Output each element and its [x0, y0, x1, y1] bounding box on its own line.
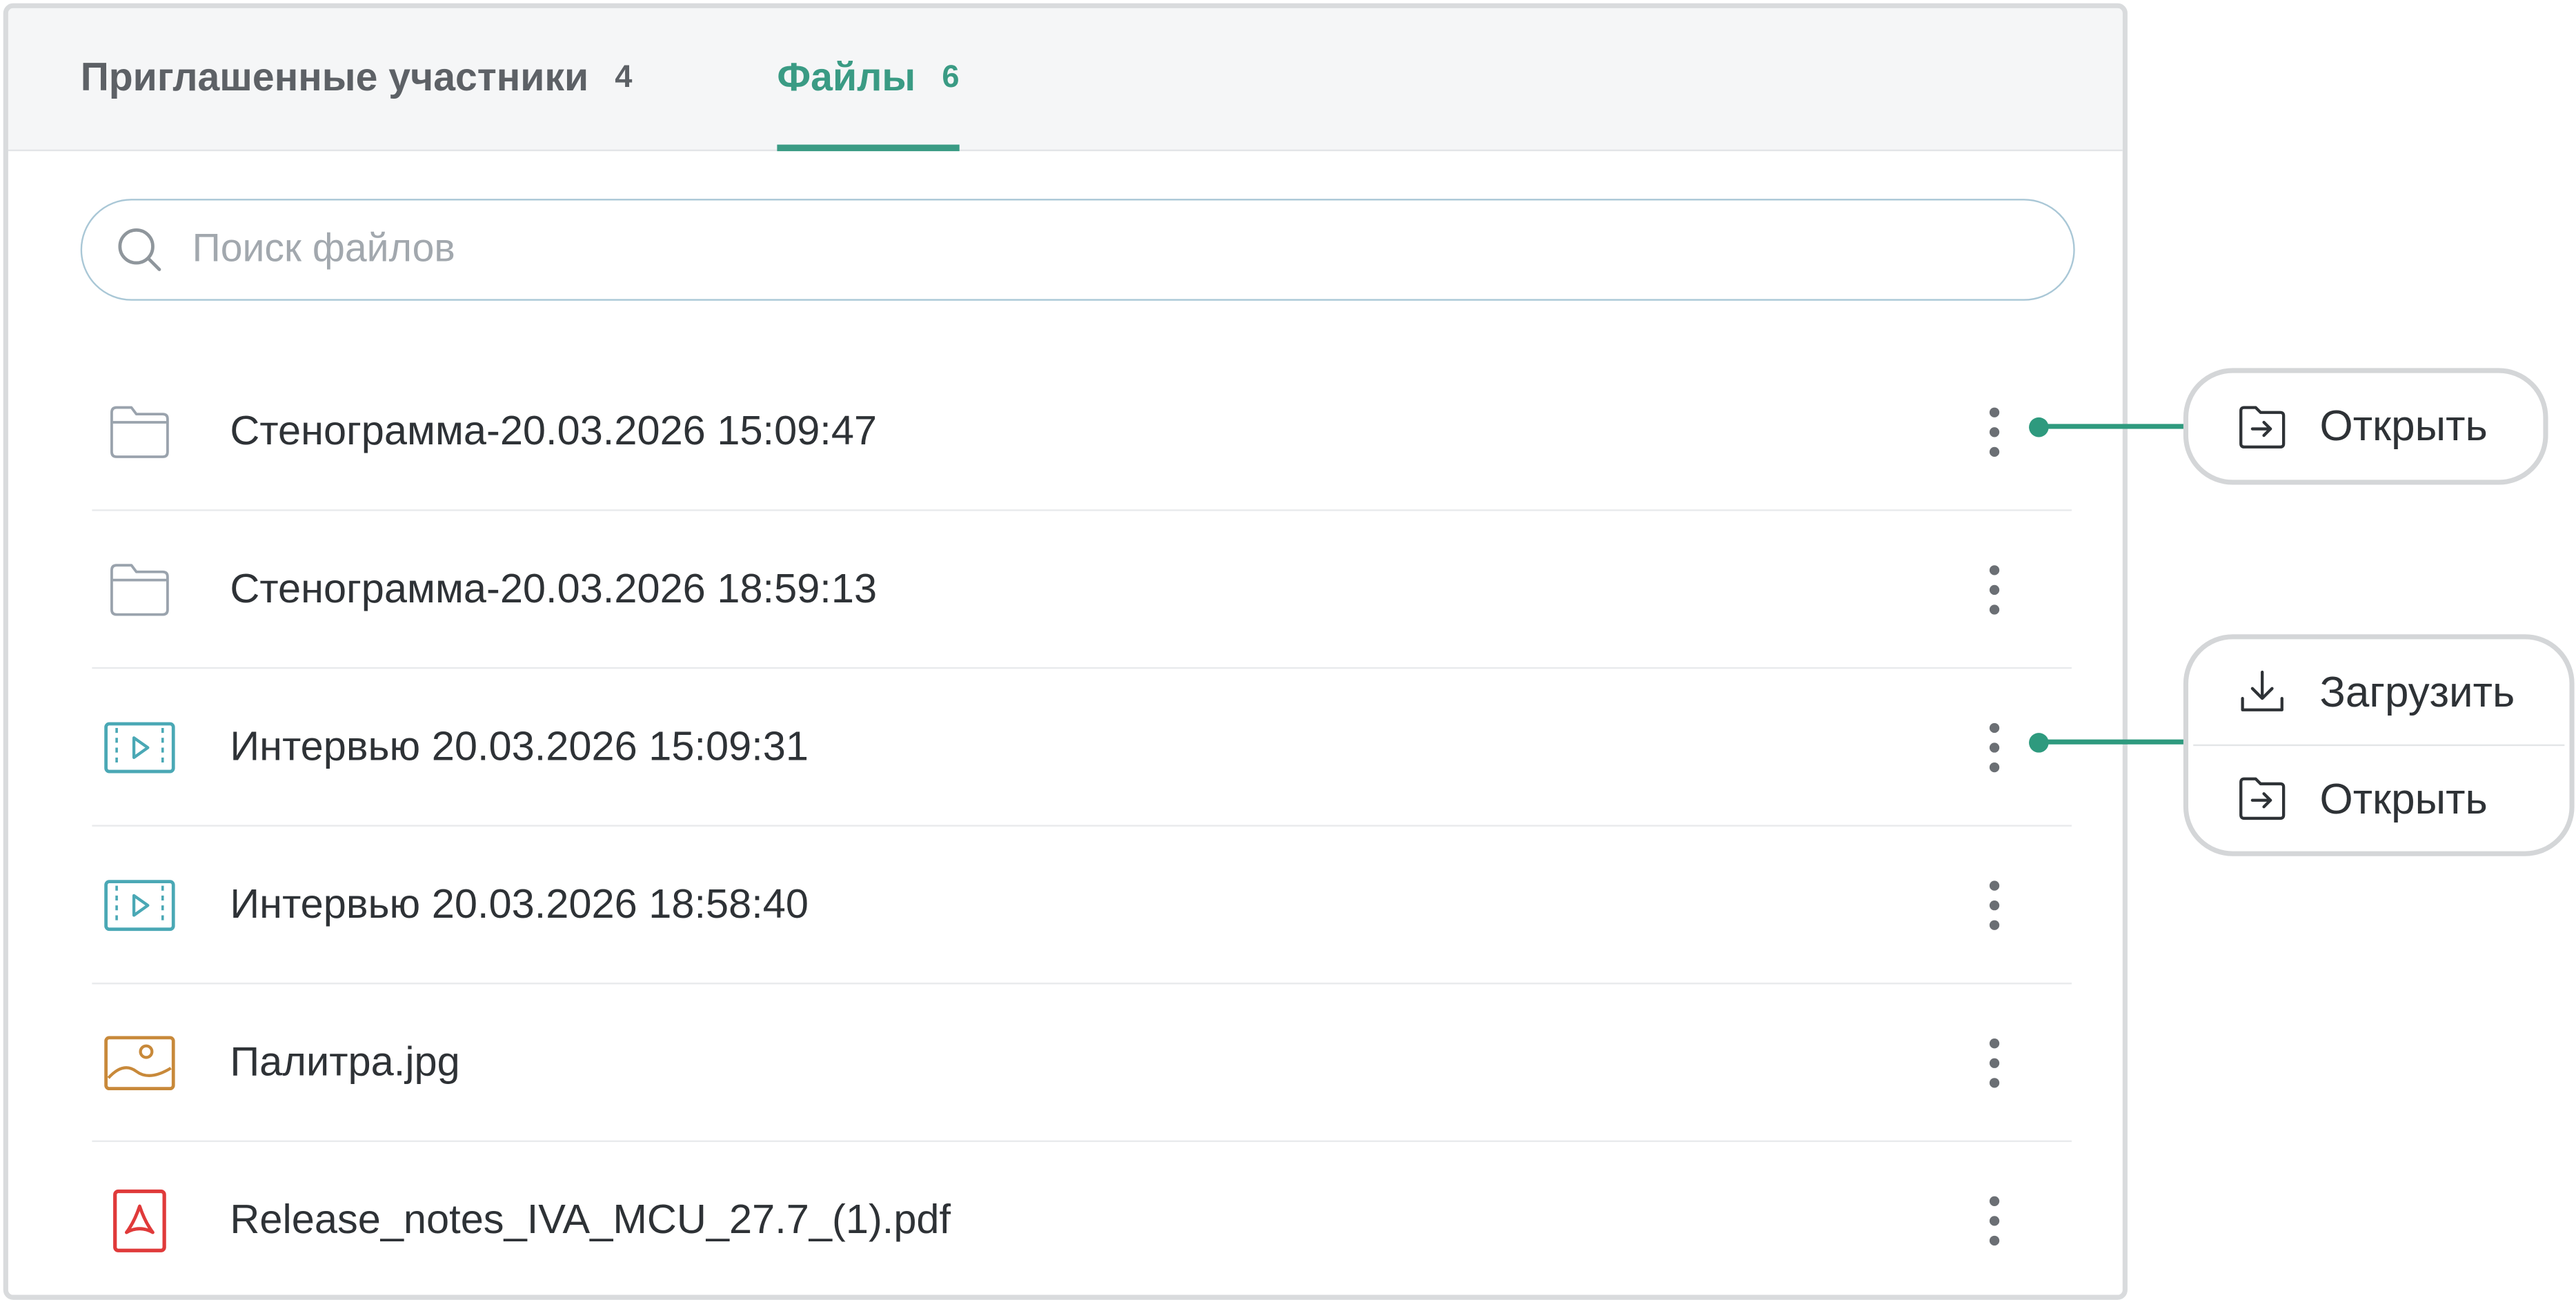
more-options-icon[interactable] [1978, 398, 2011, 464]
search-box [80, 199, 2075, 301]
more-options-icon[interactable] [1978, 871, 2011, 937]
pdf-file-icon [102, 1188, 178, 1253]
tab-files[interactable]: Файлы 6 [777, 8, 960, 152]
file-name: Интервью 20.03.2026 15:09:31 [230, 722, 809, 769]
file-row[interactable]: Стенограмма-20.03.2026 18:59:13 [92, 511, 2072, 669]
menu-item-label: Загрузить [2319, 666, 2515, 716]
menu-item-label: Открыть [2319, 773, 2488, 823]
image-file-icon [102, 1030, 178, 1095]
download-icon [2241, 670, 2283, 711]
file-row[interactable]: Интервью 20.03.2026 18:58:40 [92, 827, 2072, 985]
file-name: Стенограмма-20.03.2026 18:59:13 [230, 565, 878, 611]
video-context-menu: Загрузить Открыть [2183, 634, 2575, 856]
menu-item-open[interactable]: Открыть [2188, 746, 2569, 851]
search-input[interactable] [188, 225, 2003, 275]
tab-invited-participants[interactable]: Приглашенные участники 4 [81, 8, 633, 150]
tab-label: Файлы [777, 55, 916, 101]
open-icon [2239, 405, 2286, 448]
tab-count-badge: 6 [942, 61, 960, 96]
menu-item-open[interactable]: Открыть [2188, 373, 2543, 480]
file-row[interactable]: Release_notes_IVA_MCU_27.7_(1).pdf [92, 1142, 2072, 1294]
file-name: Стенограмма-20.03.2026 15:09:47 [230, 407, 878, 454]
file-name: Интервью 20.03.2026 18:58:40 [230, 880, 809, 927]
more-options-icon[interactable] [1978, 714, 2011, 780]
tab-count-badge: 4 [615, 61, 633, 96]
more-options-icon[interactable] [1978, 1188, 2011, 1253]
open-icon [2239, 777, 2286, 820]
callout-line [2039, 424, 2187, 429]
video-file-icon [102, 871, 178, 937]
callout-line [2039, 739, 2187, 745]
folder-icon [102, 398, 178, 464]
file-name: Release_notes_IVA_MCU_27.7_(1).pdf [230, 1196, 951, 1243]
menu-item-label: Открыть [2319, 401, 2488, 451]
tabs-bar: Приглашенные участники 4 Файлы 6 [8, 8, 2123, 152]
menu-item-download[interactable]: Загрузить [2188, 639, 2569, 744]
folder-icon [102, 556, 178, 622]
file-row[interactable]: Палитра.jpg [92, 984, 2072, 1143]
more-options-icon[interactable] [1978, 556, 2011, 622]
tab-label: Приглашенные участники [80, 55, 589, 101]
file-row[interactable]: Интервью 20.03.2026 15:09:31 [92, 669, 2072, 827]
file-row[interactable]: Стенограмма-20.03.2026 15:09:47 [92, 353, 2072, 511]
file-list: Стенограмма-20.03.2026 15:09:47 Стеногра… [92, 353, 2072, 1295]
more-options-icon[interactable] [1978, 1030, 2011, 1095]
file-name: Палитра.jpg [230, 1038, 460, 1085]
video-file-icon [102, 714, 178, 780]
search-icon [118, 228, 161, 271]
folder-context-menu: Открыть [2183, 368, 2548, 485]
files-panel: Приглашенные участники 4 Файлы 6 Поиск ф… [3, 3, 2128, 1300]
